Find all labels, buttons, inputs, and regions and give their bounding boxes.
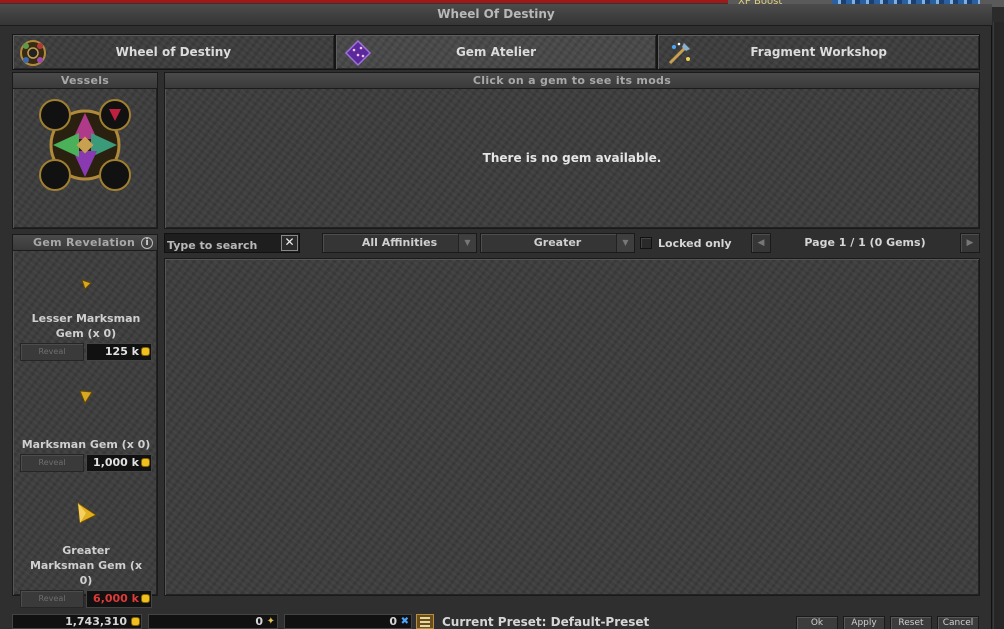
tab-label: Fragment Workshop — [750, 45, 887, 59]
next-page-button[interactable]: ▶ — [960, 233, 980, 253]
tab-label: Wheel of Destiny — [115, 45, 232, 59]
vessel-wheel-icon[interactable] — [37, 97, 133, 193]
gem-mods-header: Click on a gem to see its mods — [165, 73, 979, 89]
gem-name: Marksman Gem (x 0) — [21, 438, 151, 451]
gem-price: 125 k — [86, 343, 152, 361]
tab-gem-atelier[interactable]: Gem Atelier — [334, 34, 658, 70]
info-icon[interactable]: i — [141, 237, 153, 249]
vessels-header: Vessels — [13, 73, 157, 89]
lesser-marksman-gem: Lesser Marksman Gem (x 0) Reveal 125 k — [13, 277, 159, 361]
affinity-dropdown[interactable]: All Affinities ▼ — [322, 233, 477, 253]
lesser-fragment-icon: ✦ — [266, 616, 275, 627]
locked-only-label[interactable]: Locked only — [658, 237, 732, 250]
side-panel-edge — [993, 22, 1004, 629]
gold-coin-icon — [142, 348, 149, 355]
gem-list-toolbar: ✕ All Affinities ▼ Greater ▼ Locked only… — [164, 233, 980, 255]
gem-name: Greater Marksman Gem (x 0) — [29, 544, 143, 587]
grade-value: Greater — [533, 236, 582, 249]
preset-list-icon[interactable] — [416, 614, 434, 629]
gem-revelation-panel: Gem Revelation i Lesser Marksman Gem (x … — [12, 234, 159, 608]
reveal-button[interactable]: Reveal — [20, 454, 84, 472]
lesser-fragments-balance: 0 ✦ — [148, 614, 278, 629]
gem-name: Lesser Marksman Gem (x 0) — [31, 312, 141, 340]
current-preset-label: Current Preset: Default-Preset — [442, 615, 650, 629]
gem-price: 6,000 k — [86, 590, 152, 608]
greater-marksman-gem-icon — [77, 501, 97, 524]
gem-revelation-header: Gem Revelation — [13, 235, 157, 251]
gold-coin-icon — [132, 618, 139, 625]
gem-atelier-icon — [344, 39, 371, 67]
reset-button[interactable]: Reset — [890, 616, 932, 629]
tab-label: Gem Atelier — [455, 45, 537, 59]
previous-page-button[interactable]: ◀ — [751, 233, 771, 253]
chevron-down-icon: ▼ — [616, 234, 634, 252]
window-title: Wheel Of Destiny — [437, 7, 555, 21]
tab-bar: Wheel of Destiny Gem Atelier Fragment Wo… — [12, 34, 981, 70]
gold-balance: 1,743,310 — [12, 614, 142, 629]
wheel-icon — [20, 40, 46, 66]
cancel-button[interactable]: Cancel — [937, 616, 979, 629]
grade-dropdown[interactable]: Greater ▼ — [480, 233, 635, 253]
tab-wheel-of-destiny[interactable]: Wheel of Destiny — [12, 34, 335, 70]
footer-bar: 1,743,310 0 ✦ 0 ✖ Current Preset: Default-… — [12, 614, 980, 629]
ok-button[interactable]: Ok — [796, 616, 838, 629]
greater-fragment-icon: ✖ — [400, 616, 409, 627]
page-indicator: Page 1 / 1 (0 Gems) — [804, 236, 926, 249]
no-gem-message: There is no gem available. — [482, 151, 662, 165]
search-box: ✕ — [164, 233, 300, 255]
fragment-workshop-icon — [669, 42, 691, 65]
reveal-button[interactable]: Reveal — [20, 590, 84, 608]
reveal-button[interactable]: Reveal — [20, 343, 84, 361]
gem-list-area — [164, 258, 980, 596]
window-titlebar[interactable]: Wheel Of Destiny — [0, 4, 992, 26]
gold-coin-icon — [142, 459, 149, 466]
lesser-marksman-gem-icon — [81, 279, 92, 290]
locked-only-checkbox[interactable] — [640, 237, 652, 249]
clear-search-icon[interactable]: ✕ — [281, 235, 298, 251]
gold-coin-icon — [142, 595, 149, 602]
chevron-down-icon: ▼ — [458, 234, 476, 252]
search-input[interactable] — [165, 236, 281, 255]
marksman-gem-icon — [79, 390, 93, 405]
marksman-gem: Marksman Gem (x 0) Reveal 1,000 k — [13, 389, 159, 472]
vessels-panel: Vessels — [12, 72, 158, 229]
gem-mods-panel: Click on a gem to see its mods There is … — [164, 72, 980, 229]
greater-marksman-gem: Greater Marksman Gem (x 0) Reveal 6,000 … — [13, 501, 159, 608]
greater-fragments-balance: 0 ✖ — [284, 614, 412, 629]
affinity-value: All Affinities — [361, 236, 438, 249]
apply-button[interactable]: Apply — [843, 616, 885, 629]
gem-price: 1,000 k — [86, 454, 152, 472]
tab-fragment-workshop[interactable]: Fragment Workshop — [657, 34, 981, 70]
